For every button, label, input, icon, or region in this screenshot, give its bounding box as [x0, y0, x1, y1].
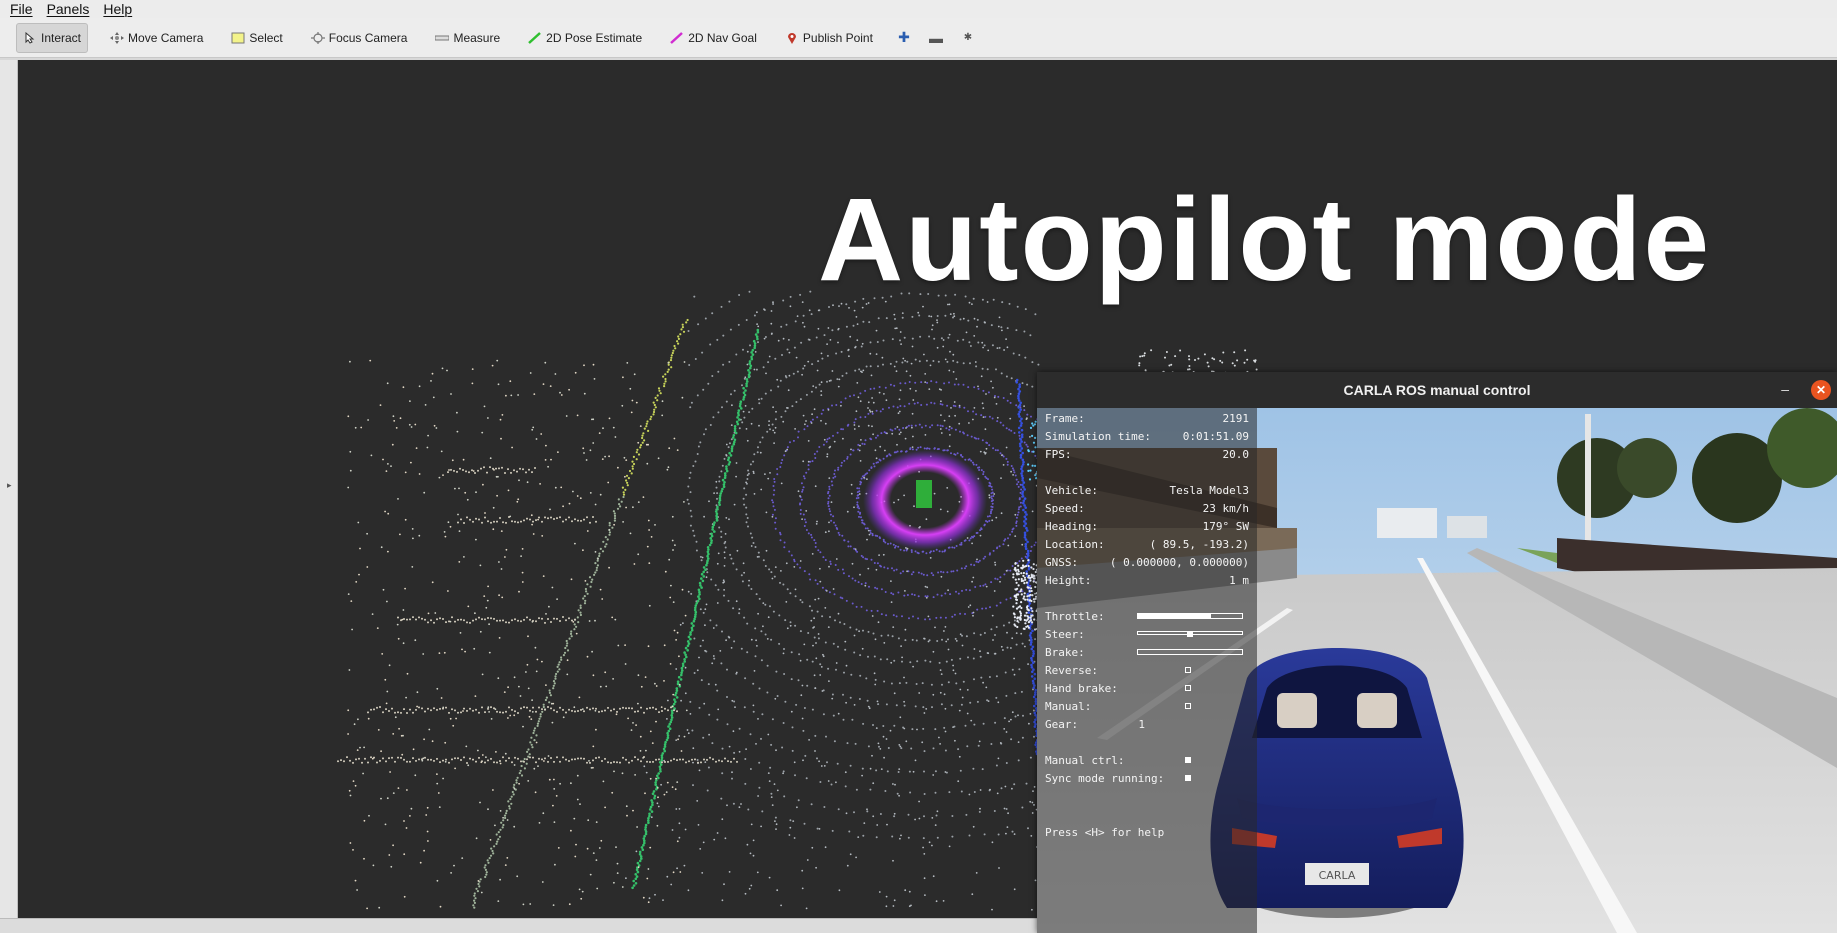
- add-tool-button[interactable]: ✚: [895, 29, 913, 47]
- hud-gnss: GNSS:( 0.000000, 0.000000): [1045, 555, 1249, 569]
- sync-mode-checkbox: [1185, 775, 1191, 781]
- plus-icon: ✚: [898, 29, 910, 45]
- hud-heading: Heading: 179° SW: [1045, 519, 1249, 533]
- hud-location: Location:( 89.5, -193.2): [1045, 537, 1249, 551]
- expand-arrow-icon: ▸: [7, 480, 12, 490]
- interact-icon: [25, 31, 35, 44]
- pose-estimate-label: 2D Pose Estimate: [546, 30, 643, 45]
- magenta-arrow-icon: [670, 31, 684, 44]
- carla-window-titlebar[interactable]: CARLA ROS manual control: [1037, 372, 1837, 408]
- green-arrow-icon: [528, 31, 541, 44]
- reverse-checkbox: [1185, 667, 1191, 673]
- nav-goal-label: 2D Nav Goal: [688, 30, 757, 45]
- move-camera-label: Move Camera: [128, 30, 204, 45]
- left-panel-collapse-strip[interactable]: ▸: [0, 60, 18, 918]
- select-tool-button[interactable]: Select: [225, 23, 288, 53]
- hand-brake-checkbox: [1185, 685, 1191, 691]
- ego-vehicle-marker: [916, 480, 932, 508]
- measure-tool-button[interactable]: Measure: [429, 23, 506, 53]
- manual-ctrl-checkbox: [1185, 757, 1191, 763]
- carla-hud-panel: Frame: 2191 Simulation time: 0:01:51.09 FP…: [1037, 408, 1257, 933]
- move-camera-tool-button[interactable]: Move Camera: [104, 23, 209, 53]
- hud-speed: Speed: 23 km/h: [1045, 501, 1249, 515]
- select-icon: [231, 32, 245, 43]
- hud-hand-brake: Hand brake:: [1045, 681, 1118, 695]
- publish-point-tool-button[interactable]: Publish Point: [779, 23, 879, 53]
- measure-icon: [435, 35, 450, 40]
- focus-camera-tool-button[interactable]: Focus Camera: [305, 23, 414, 53]
- carla-window-title: CARLA ROS manual control: [1343, 382, 1531, 398]
- options-icon: ✱: [963, 32, 973, 43]
- brake-bar: [1137, 649, 1243, 655]
- hud-help-text: Press <H> for help: [1045, 825, 1165, 839]
- hud-reverse: Reverse:: [1045, 663, 1098, 677]
- pose-estimate-tool-button[interactable]: 2D Pose Estimate: [522, 23, 648, 53]
- autopilot-mode-title: Autopilot mode: [818, 174, 1712, 306]
- menu-file[interactable]: File: [10, 1, 33, 17]
- license-plate: CARLA: [1319, 869, 1356, 882]
- focus-camera-label: Focus Camera: [328, 30, 408, 45]
- select-label: Select: [249, 30, 283, 45]
- interact-tool-button[interactable]: Interact: [16, 22, 89, 53]
- publish-point-label: Publish Point: [802, 30, 873, 45]
- throttle-bar: [1137, 613, 1243, 619]
- toolbar: Interact Move Camera Select Focus Camera…: [0, 18, 1837, 58]
- manual-checkbox: [1185, 703, 1191, 709]
- move-camera-icon: [110, 31, 125, 44]
- hud-frame: Frame: 2191: [1045, 411, 1249, 425]
- measure-label: Measure: [453, 30, 501, 45]
- hud-gear: Gear: 1: [1045, 717, 1145, 731]
- menubar: File Panels Help: [0, 0, 1837, 18]
- close-icon[interactable]: ✕: [1811, 380, 1831, 400]
- carla-manual-control-window[interactable]: CARLA ROS manual control – ✕ CARLA Frame…: [1037, 372, 1837, 933]
- nav-goal-tool-button[interactable]: 2D Nav Goal: [664, 23, 763, 53]
- hud-vehicle: Vehicle: Tesla Model3: [1045, 483, 1249, 497]
- steer-bar: [1137, 631, 1243, 637]
- hud-sync-mode: Sync mode running:: [1045, 771, 1165, 785]
- menu-panels[interactable]: Panels: [47, 1, 90, 17]
- minimize-icon[interactable]: –: [1781, 381, 1789, 397]
- map-pin-icon: [787, 32, 796, 44]
- hud-manual-ctrl: Manual ctrl:: [1045, 753, 1125, 767]
- hud-height: Height: 1 m: [1045, 573, 1249, 587]
- minus-icon: ▬: [928, 29, 943, 46]
- tool-options-button[interactable]: ✱: [959, 29, 977, 47]
- hud-sim-time: Simulation time: 0:01:51.09: [1045, 429, 1249, 443]
- hud-manual: Manual:: [1045, 699, 1092, 713]
- menu-help[interactable]: Help: [103, 1, 132, 17]
- hud-fps: FPS: 20.0: [1045, 447, 1249, 461]
- focus-camera-icon: [310, 31, 325, 44]
- remove-tool-button[interactable]: ▬: [927, 29, 945, 47]
- interact-label: Interact: [41, 30, 82, 45]
